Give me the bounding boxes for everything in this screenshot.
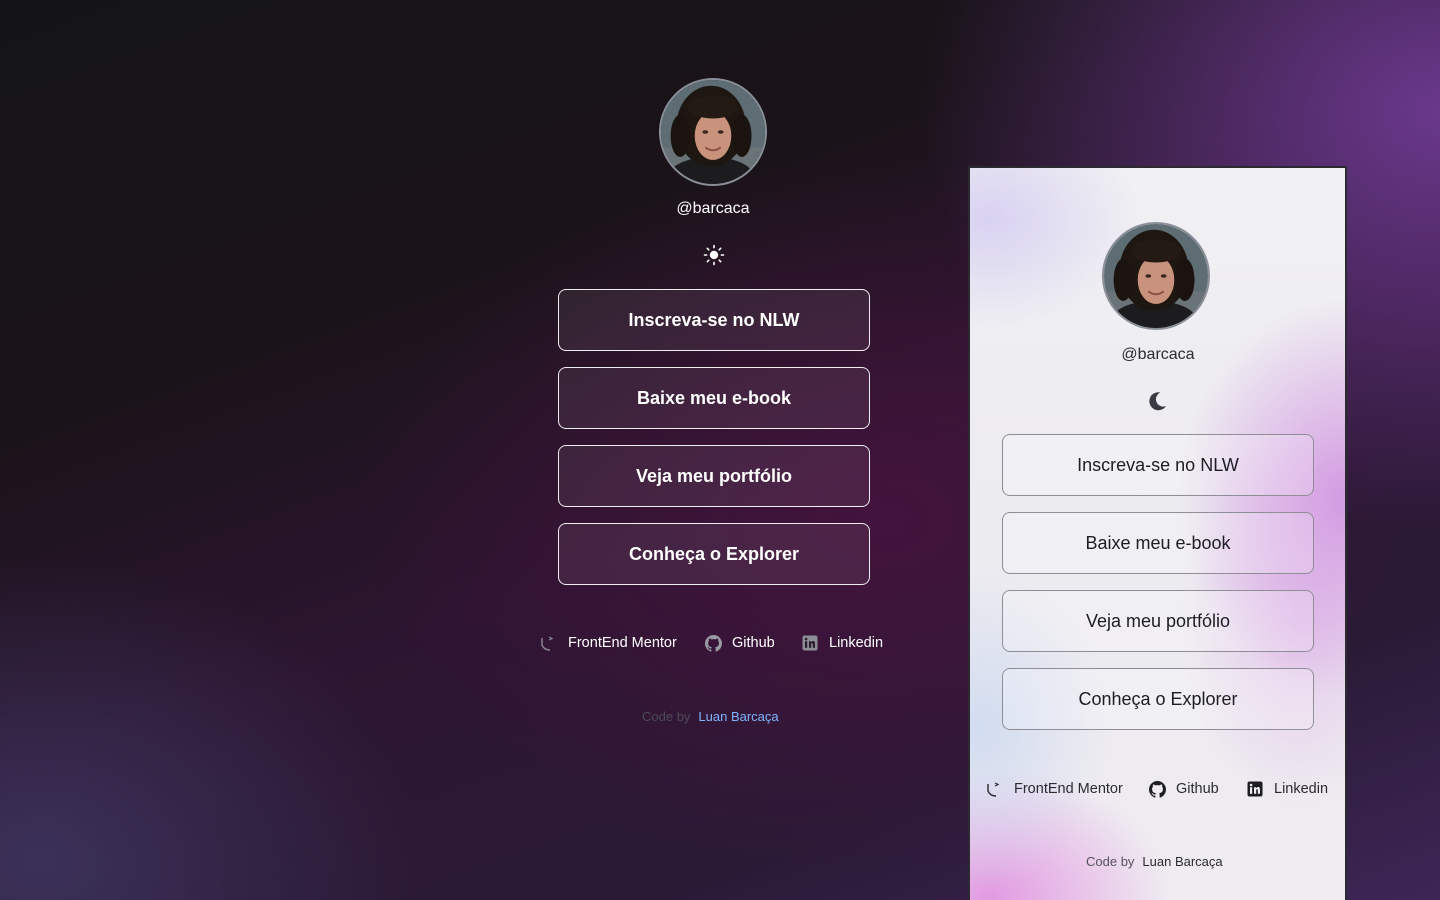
social-link-github-light[interactable]: Github bbox=[1148, 780, 1219, 798]
linkedin-icon bbox=[801, 634, 819, 652]
portfolio-button[interactable]: Veja meu portfólio bbox=[558, 445, 870, 507]
nlw-signup-button[interactable]: Inscreva-se no NLW bbox=[558, 289, 870, 351]
avatar-photo-light bbox=[1104, 224, 1208, 328]
footer-credit-light: Code by Luan Barcaça bbox=[1086, 854, 1223, 869]
profile-avatar-light bbox=[1102, 222, 1210, 330]
theme-toggle-button[interactable] bbox=[699, 240, 729, 270]
social-label-frontend-mentor: FrontEnd Mentor bbox=[568, 635, 677, 651]
social-label-linkedin-light: Linkedin bbox=[1274, 781, 1329, 797]
light-theme-preview: @barcaca Inscreva-se no NLW Baixe meu e-… bbox=[968, 166, 1347, 900]
github-icon bbox=[704, 634, 722, 652]
avatar-photo bbox=[661, 80, 765, 184]
nlw-signup-button-light[interactable]: Inscreva-se no NLW bbox=[1002, 434, 1314, 496]
footer-credit: Code by Luan Barcaça bbox=[642, 709, 779, 724]
explorer-button[interactable]: Conheça o Explorer bbox=[558, 523, 870, 585]
explorer-button-light[interactable]: Conheça o Explorer bbox=[1002, 668, 1314, 730]
moon-icon bbox=[1149, 392, 1166, 411]
social-link-linkedin[interactable]: Linkedin bbox=[801, 634, 883, 652]
author-link-light[interactable]: Luan Barcaça bbox=[1142, 854, 1222, 869]
profile-avatar bbox=[659, 78, 767, 186]
social-link-frontend-mentor-light[interactable]: FrontEnd Mentor bbox=[986, 780, 1123, 798]
credit-prefix-light: Code by bbox=[1086, 854, 1135, 869]
social-label-linkedin: Linkedin bbox=[829, 635, 884, 651]
social-link-frontend-mentor[interactable]: FrontEnd Mentor bbox=[540, 634, 677, 652]
theme-toggle-button-light[interactable] bbox=[1142, 386, 1172, 416]
ebook-download-button[interactable]: Baixe meu e-book bbox=[558, 367, 870, 429]
github-icon bbox=[1148, 780, 1166, 798]
portfolio-button-light[interactable]: Veja meu portfólio bbox=[1002, 590, 1314, 652]
sun-icon bbox=[703, 244, 725, 266]
profile-handle-light: @barcaca bbox=[1121, 346, 1195, 363]
frontend-mentor-icon bbox=[540, 634, 558, 652]
ebook-download-button-light[interactable]: Baixe meu e-book bbox=[1002, 512, 1314, 574]
credit-prefix: Code by bbox=[642, 709, 691, 724]
social-label-github: Github bbox=[732, 635, 775, 651]
social-label-github-light: Github bbox=[1176, 781, 1219, 797]
linkedin-icon bbox=[1246, 780, 1264, 798]
social-label-frontend-mentor-light: FrontEnd Mentor bbox=[1014, 781, 1123, 797]
social-link-linkedin-light[interactable]: Linkedin bbox=[1246, 780, 1328, 798]
social-link-github[interactable]: Github bbox=[704, 634, 775, 652]
author-link[interactable]: Luan Barcaça bbox=[698, 709, 778, 724]
profile-handle: @barcaca bbox=[676, 200, 750, 217]
frontend-mentor-icon bbox=[986, 780, 1004, 798]
